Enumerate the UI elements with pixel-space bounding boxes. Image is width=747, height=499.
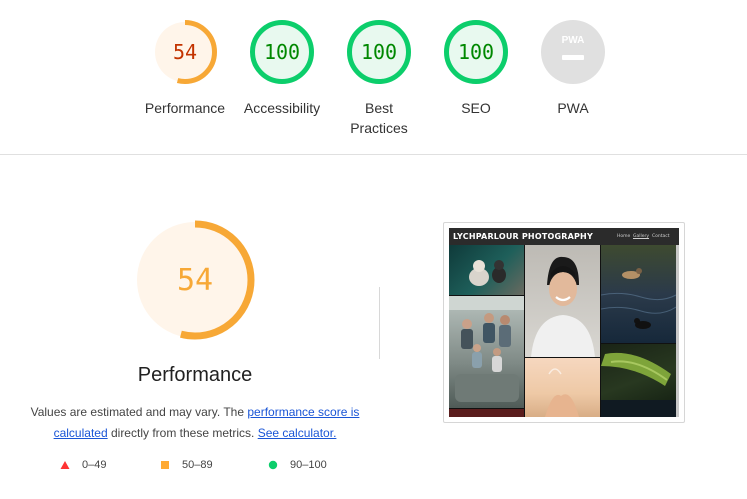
gauge-seo-ring: 100: [444, 20, 508, 84]
screenshot-nav-home: Home: [617, 234, 631, 239]
photo-bottom-left: [449, 409, 524, 417]
section-divider: [0, 154, 747, 155]
legend-range: 50–89: [182, 459, 213, 471]
gauge-score: 54: [173, 40, 197, 64]
photo-hands: [525, 358, 600, 417]
performance-title: Performance: [137, 364, 253, 386]
legend-range: 0–49: [82, 459, 107, 471]
summary-gauge-pwa[interactable]: PWA PWA: [513, 19, 633, 118]
circle-icon: [268, 460, 278, 470]
pwa-badge-icon: PWA: [541, 20, 605, 84]
dogs-image: [469, 260, 506, 286]
hands-image: [545, 368, 579, 417]
legend-average: 50–89: [160, 459, 213, 471]
photo-family: [449, 296, 524, 408]
gauge-label-line: Practices: [350, 120, 408, 136]
gauge-score: 100: [264, 40, 300, 64]
screenshot-nav-gallery: Gallery: [633, 234, 650, 239]
gauge-label-line: PWA: [557, 100, 589, 116]
gauge-label: PWA: [513, 98, 633, 118]
gauge-performance-ring: 54: [153, 20, 217, 84]
gauge-score: 100: [361, 40, 397, 64]
legend-range: 90–100: [290, 459, 327, 471]
pwa-badge-text: PWA: [562, 35, 585, 46]
page-screenshot-thumbnail[interactable]: LYCHPARLOUR PHOTOGRAPHY Home Gallery Con…: [443, 222, 685, 423]
screenshot-content: LYCHPARLOUR PHOTOGRAPHY Home Gallery Con…: [449, 228, 679, 417]
screenshot-header: LYCHPARLOUR PHOTOGRAPHY Home Gallery Con…: [449, 228, 679, 245]
performance-gauge: 54: [135, 220, 255, 340]
photo-ducks: [601, 245, 676, 343]
legend-fail: 0–49: [60, 459, 106, 471]
square-icon: [161, 461, 169, 469]
legend-pass: 90–100: [268, 459, 327, 471]
photo-moss-log: [601, 344, 676, 417]
desc-text-1: Values are estimated and may vary. The: [30, 405, 248, 419]
vertical-separator: [379, 287, 380, 359]
gauge-best-practices-ring: 100: [347, 20, 411, 84]
screenshot-scrollbar: [676, 245, 679, 417]
ducks-image: [601, 268, 676, 329]
gauge-score: 100: [458, 40, 494, 64]
screenshot-nav-contact: Contact: [652, 234, 670, 239]
photo-dogs: [449, 245, 524, 295]
performance-description: Values are estimated and may vary. The p…: [30, 402, 360, 444]
triangle-icon: [60, 461, 70, 469]
photo-portrait: [525, 245, 600, 357]
gauge-accessibility-ring: 100: [250, 20, 314, 84]
see-calculator-link[interactable]: See calculator.: [258, 426, 337, 440]
performance-score: 54: [177, 263, 213, 298]
family-image: [449, 296, 524, 402]
moss-log-image: [601, 352, 676, 417]
pwa-dash: [562, 55, 584, 60]
portrait-image: [531, 256, 595, 357]
desc-text-2: directly from these metrics.: [107, 426, 258, 440]
screenshot-brand: LYCHPARLOUR PHOTOGRAPHY: [453, 232, 593, 241]
